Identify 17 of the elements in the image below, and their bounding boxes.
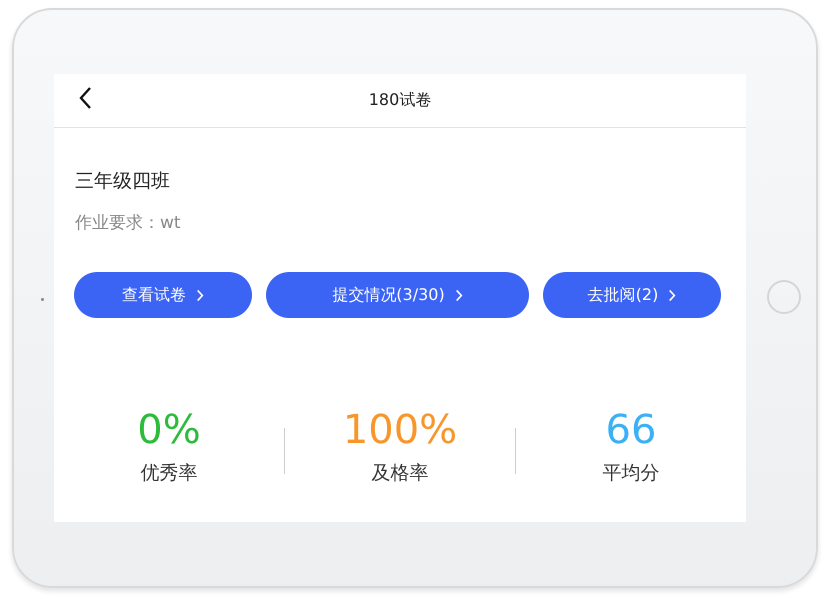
stat-label: 及格率 (372, 461, 428, 486)
stat-label: 平均分 (602, 461, 660, 486)
stat-value: 0% (137, 406, 201, 454)
stat-value: 66 (606, 406, 656, 454)
class-name: 三年级四班 (75, 169, 171, 194)
page-title: 180试卷 (368, 90, 432, 111)
action-button[interactable]: 提交情况(3/30) (266, 272, 529, 318)
requirement-text: 作业要求：wt (75, 212, 182, 234)
back-icon[interactable] (78, 86, 92, 110)
stat-label: 优秀率 (140, 461, 198, 486)
stat-value: 100% (342, 406, 458, 454)
chevron-right-icon (668, 288, 676, 302)
action-button[interactable]: 去批阅(2) (543, 272, 721, 318)
chevron-right-icon (196, 288, 204, 302)
camera-dot (41, 298, 44, 301)
action-button[interactable]: 查看试卷 (74, 272, 252, 318)
chevron-right-icon (454, 288, 463, 302)
